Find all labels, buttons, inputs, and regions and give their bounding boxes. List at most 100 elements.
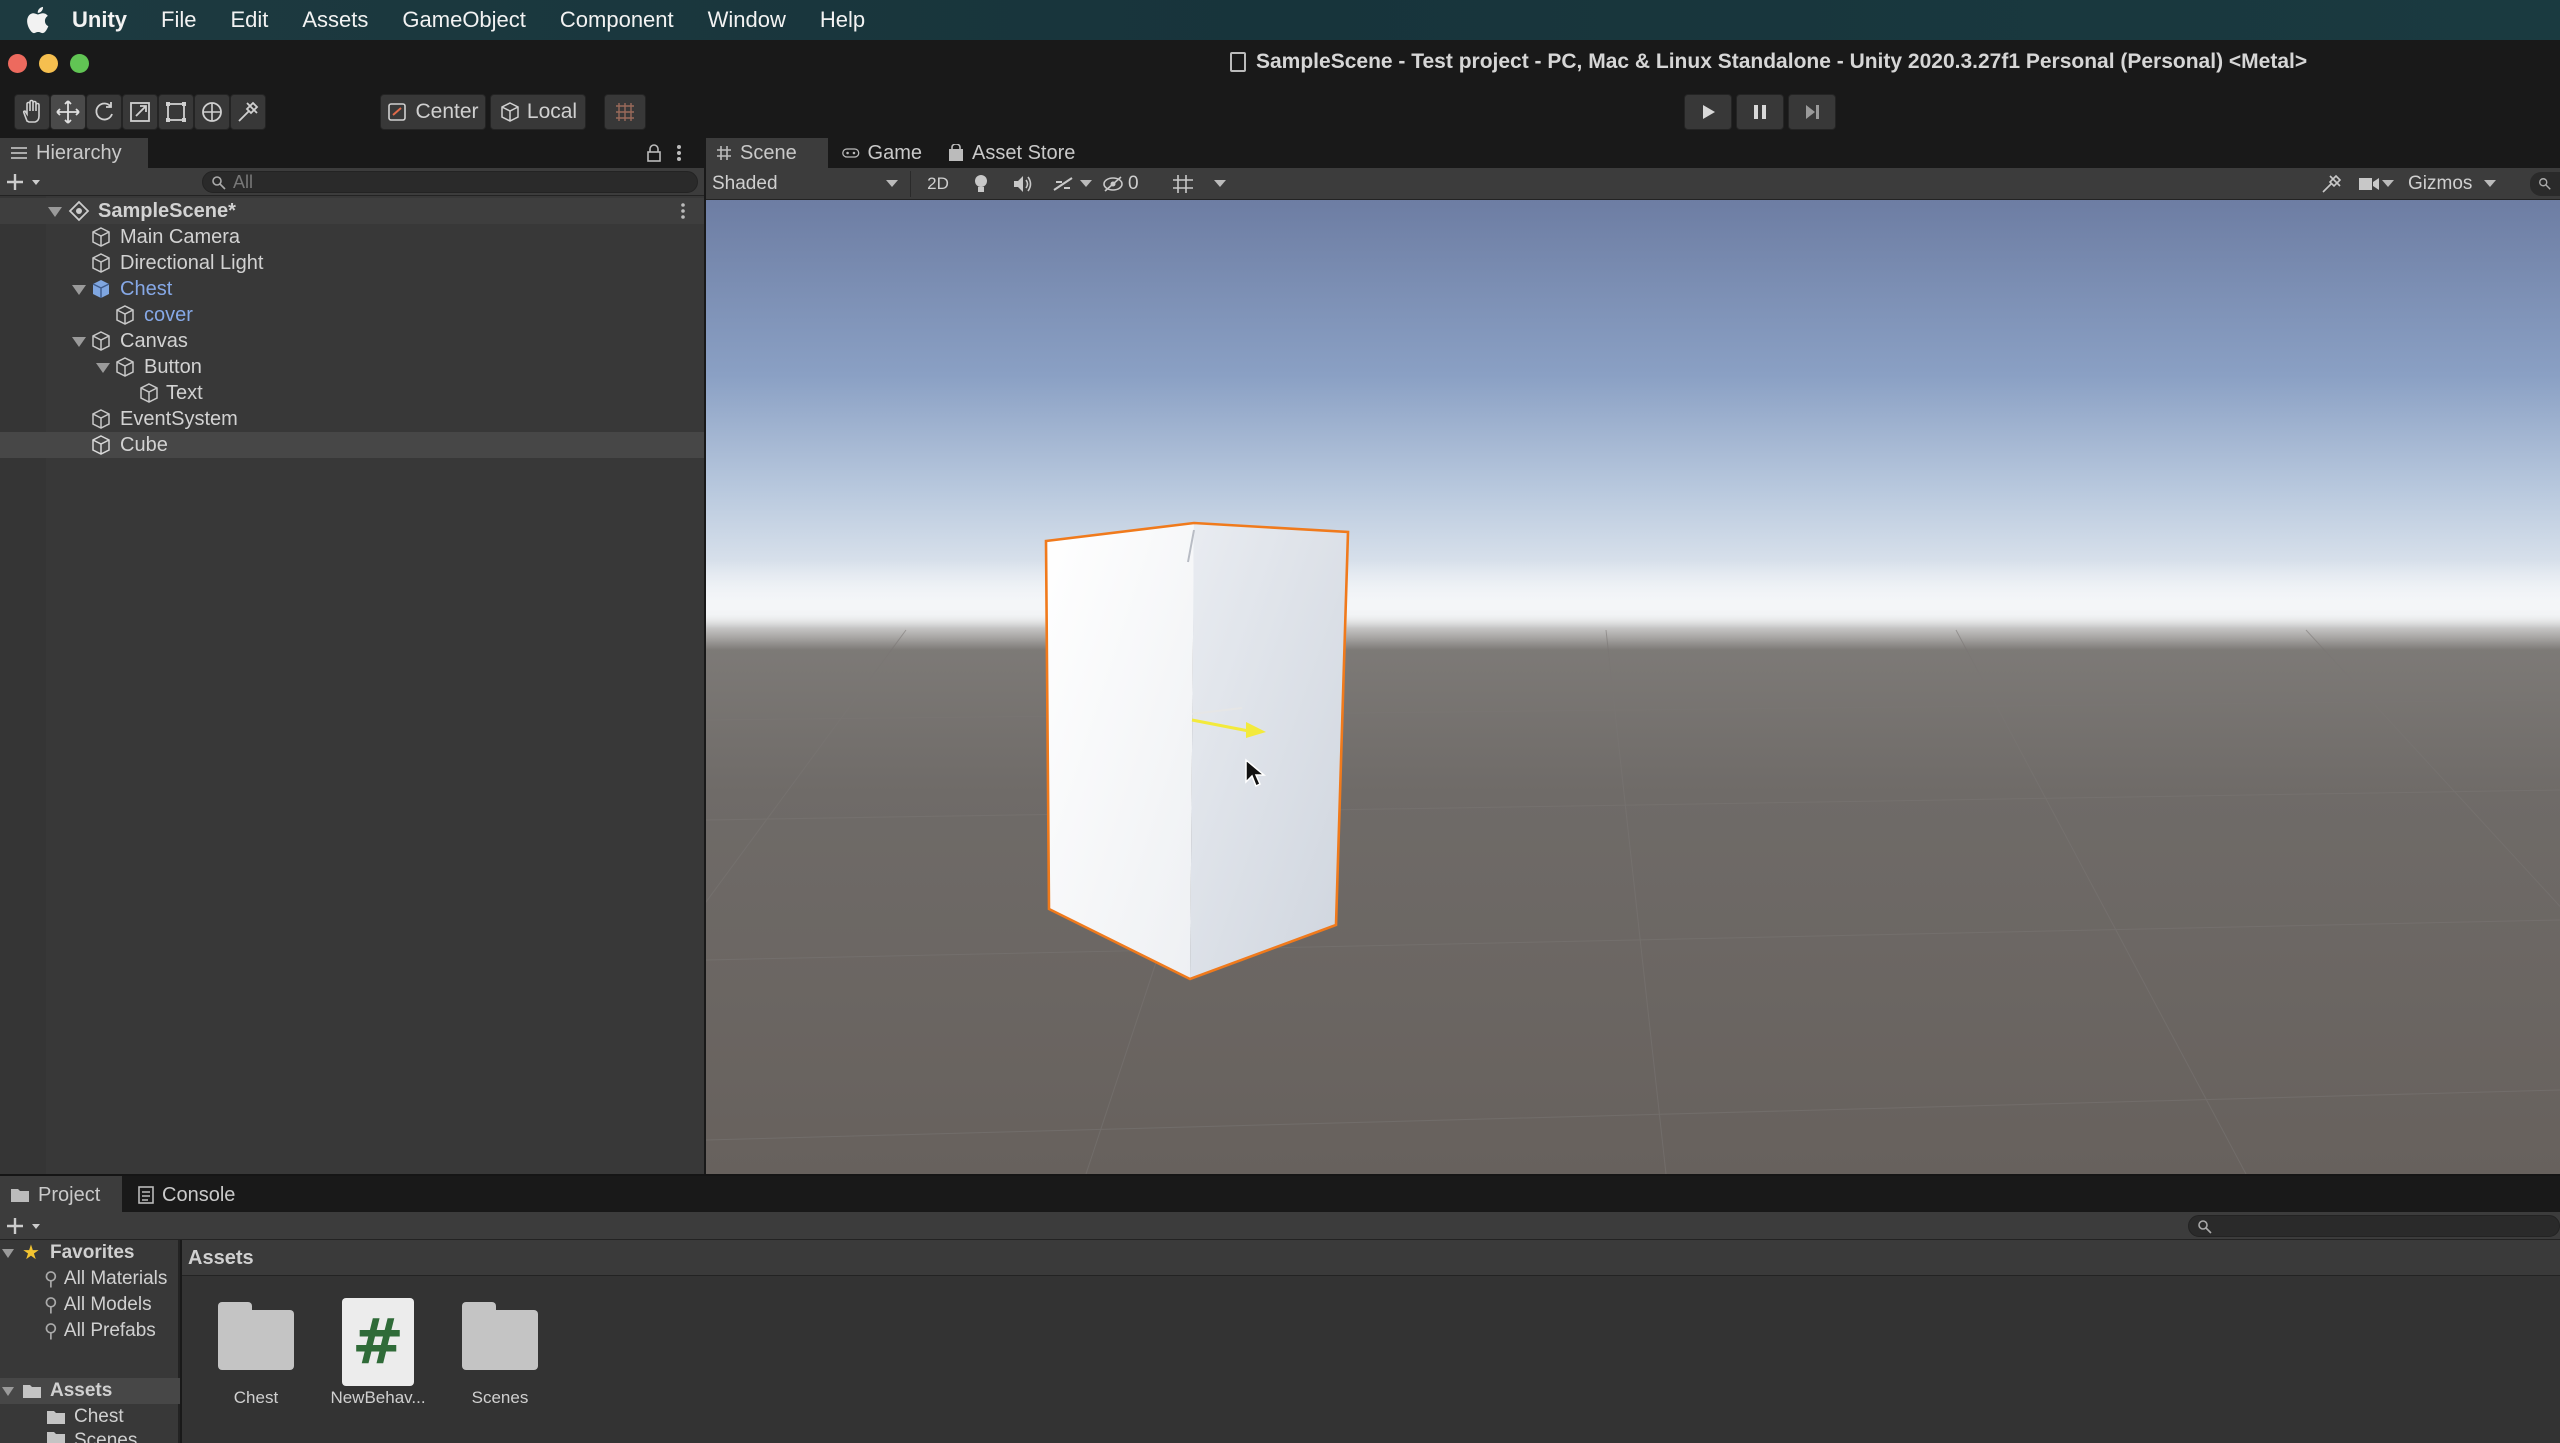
kebab-menu-icon[interactable] xyxy=(676,144,682,162)
gameobject-cube-icon xyxy=(92,227,110,247)
expand-arrow-icon[interactable] xyxy=(72,337,86,347)
camera-dropdown-icon[interactable] xyxy=(2382,180,2394,188)
asset-folder-item[interactable]: Scenes xyxy=(46,1430,180,1443)
cube-left-face xyxy=(1046,523,1194,979)
asset-item[interactable]: # NewBehav... xyxy=(328,1298,428,1408)
rect-transform-icon xyxy=(166,102,186,122)
tab-project[interactable]: Project xyxy=(0,1176,122,1214)
expand-arrow-icon[interactable] xyxy=(48,207,62,217)
tab-scene[interactable]: Scene xyxy=(706,138,828,168)
close-window-button[interactable] xyxy=(8,53,27,73)
menu-gameobject[interactable]: GameObject xyxy=(402,7,526,33)
hierarchy-item-canvas[interactable]: Canvas xyxy=(0,328,704,354)
camera-icon[interactable] xyxy=(2358,175,2380,193)
tab-console[interactable]: Console xyxy=(128,1176,248,1214)
hierarchy-search-input[interactable]: All xyxy=(202,171,698,193)
hand-tool-button[interactable] xyxy=(14,94,50,130)
hierarchy-item-eventsystem[interactable]: EventSystem xyxy=(0,406,704,432)
asset-item[interactable]: Scenes xyxy=(450,1298,550,1408)
shading-mode-dropdown[interactable]: Shaded xyxy=(712,171,904,197)
menu-component[interactable]: Component xyxy=(560,7,674,33)
apple-icon[interactable] xyxy=(24,6,50,34)
scene-search-input[interactable] xyxy=(2530,172,2560,196)
custom-tool-button[interactable] xyxy=(230,94,266,130)
hierarchy-item-cover[interactable]: cover xyxy=(0,302,704,328)
grid-dropdown-icon[interactable] xyxy=(1214,180,1226,188)
menu-edit[interactable]: Edit xyxy=(230,7,268,33)
favorite-label: All Materials xyxy=(63,1268,168,1289)
tab-game[interactable]: Game xyxy=(832,138,932,168)
gameobject-cube-icon xyxy=(92,253,110,273)
expand-arrow-icon[interactable] xyxy=(2,1387,14,1396)
transform-tool-button[interactable] xyxy=(194,94,230,130)
gizmos-dropdown[interactable]: Gizmos xyxy=(2408,171,2498,197)
grid-icon[interactable] xyxy=(1172,174,1194,194)
toggle-2d-button[interactable]: 2D xyxy=(920,171,956,197)
favorite-item[interactable]: ⚲ All Models xyxy=(44,1292,180,1318)
play-button[interactable] xyxy=(1684,94,1732,130)
favorites-row[interactable]: ★ Favorites xyxy=(0,1240,180,1266)
tab-scene-label: Scene xyxy=(740,141,797,164)
pivot-label: Center xyxy=(415,100,479,123)
window-controls xyxy=(8,53,89,73)
favorite-item[interactable]: ⚲ All Materials xyxy=(44,1266,180,1292)
effects-dropdown-icon[interactable] xyxy=(1080,180,1092,188)
menu-help[interactable]: Help xyxy=(820,7,865,33)
expand-arrow-icon[interactable] xyxy=(96,363,110,373)
hierarchy-search-placeholder: All xyxy=(233,171,254,192)
menu-assets[interactable]: Assets xyxy=(302,7,368,33)
gameobject-cube-icon xyxy=(116,305,134,325)
asset-folder-item[interactable]: Chest xyxy=(46,1404,180,1430)
effects-icon[interactable] xyxy=(1052,174,1074,194)
zoom-window-button[interactable] xyxy=(70,53,89,73)
pivot-center-toggle[interactable]: Center xyxy=(380,94,486,130)
tab-hierarchy[interactable]: Hierarchy xyxy=(0,138,148,168)
expand-arrow-icon[interactable] xyxy=(72,285,86,295)
hierarchy-item-button[interactable]: Button xyxy=(0,354,704,380)
minimize-window-button[interactable] xyxy=(39,53,58,73)
pause-button[interactable] xyxy=(1736,94,1784,130)
window-title-text: SampleScene - Test project - PC, Mac & L… xyxy=(1256,50,2308,73)
local-cube-icon xyxy=(501,102,519,122)
favorite-item[interactable]: ⚲ All Prefabs xyxy=(44,1318,180,1344)
hierarchy-item-label: Cube xyxy=(120,433,168,456)
hierarchy-item-text[interactable]: Text xyxy=(0,380,704,406)
step-button[interactable] xyxy=(1788,94,1836,130)
tab-asset-store[interactable]: Asset Store xyxy=(938,138,1088,168)
move-tool-button[interactable] xyxy=(50,94,86,130)
add-dropdown-icon[interactable] xyxy=(6,1216,42,1236)
hierarchy-item-chest[interactable]: Chest xyxy=(0,276,704,302)
scene-menu-icon[interactable] xyxy=(680,203,686,219)
scene-root-row[interactable]: SampleScene* xyxy=(0,198,704,224)
add-dropdown-icon[interactable] xyxy=(6,172,42,192)
scale-tool-button[interactable] xyxy=(122,94,158,130)
expand-arrow-icon[interactable] xyxy=(2,1249,14,1258)
hidden-objects-toggle[interactable]: 0 xyxy=(1102,171,1148,197)
rotate-tool-button[interactable] xyxy=(86,94,122,130)
rect-tool-button[interactable] xyxy=(158,94,194,130)
hierarchy-item-main-camera[interactable]: Main Camera xyxy=(0,224,704,250)
pivot-space-toggle[interactable]: Local xyxy=(490,94,586,130)
selected-cube[interactable] xyxy=(1044,521,1350,981)
hierarchy-item-label: Directional Light xyxy=(120,251,264,274)
lock-icon[interactable] xyxy=(646,144,662,162)
scene-name: SampleScene* xyxy=(98,199,236,222)
hierarchy-item-cube[interactable]: Cube xyxy=(0,432,704,458)
project-search-input[interactable] xyxy=(2188,1215,2560,1237)
chevron-down-icon xyxy=(2484,180,2496,187)
scale-icon xyxy=(130,102,150,122)
hierarchy-item-directional-light[interactable]: Directional Light xyxy=(0,250,704,276)
assets-root-row[interactable]: Assets xyxy=(0,1378,180,1404)
breadcrumb-item[interactable]: Assets xyxy=(188,1247,254,1269)
folder-icon xyxy=(47,1411,65,1424)
asset-item[interactable]: Chest xyxy=(206,1298,306,1408)
menu-unity[interactable]: Unity xyxy=(72,7,127,33)
audio-icon[interactable] xyxy=(1012,174,1034,194)
menu-window[interactable]: Window xyxy=(708,7,786,33)
lightbulb-icon[interactable] xyxy=(972,173,990,195)
tools-toggle-icon[interactable] xyxy=(2320,174,2342,194)
snap-grid-button[interactable] xyxy=(604,94,646,130)
menu-file[interactable]: File xyxy=(161,7,196,33)
folder-icon xyxy=(460,1298,540,1378)
scene-viewport[interactable] xyxy=(706,200,2560,1174)
